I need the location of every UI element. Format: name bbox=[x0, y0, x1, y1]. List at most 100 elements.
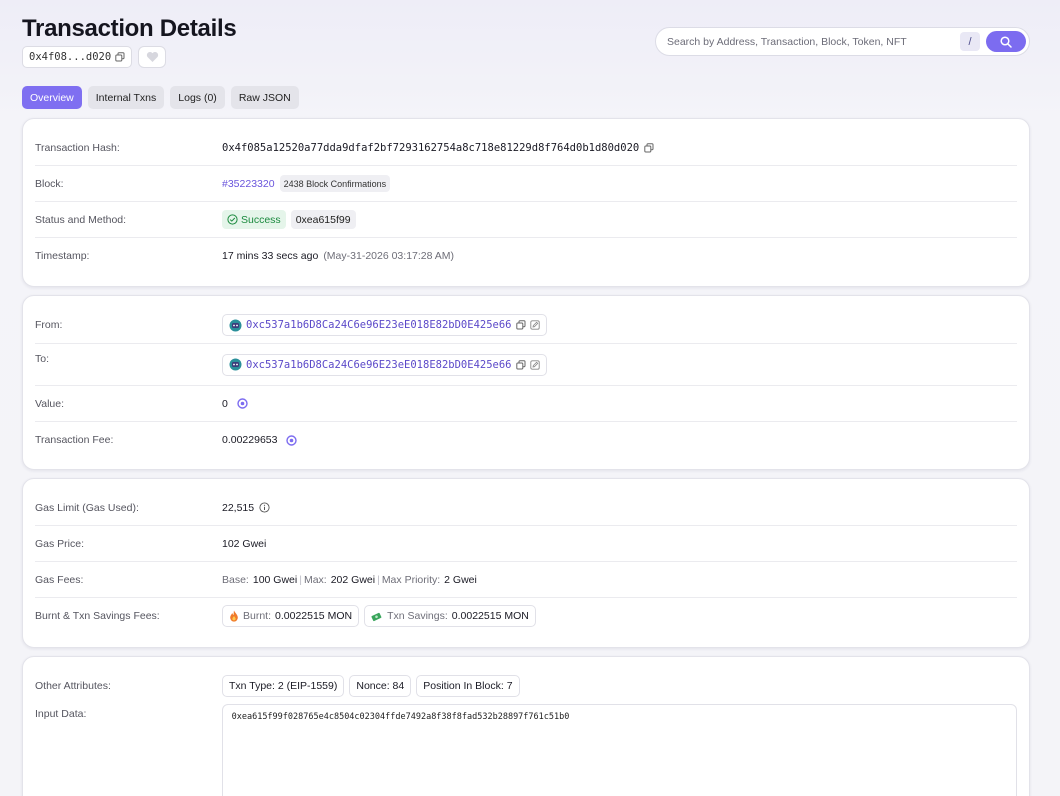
label-to: To: bbox=[35, 353, 50, 365]
value-gas-limit: 22,515 bbox=[222, 502, 270, 514]
label-timestamp: Timestamp: bbox=[35, 250, 90, 262]
to-address[interactable]: 0xc537a1b6D8Ca24C6e96E23eE018E82bD0E425e… bbox=[246, 359, 512, 371]
max-label: Max: bbox=[303, 573, 327, 586]
row-burnt-savings: Burnt & Txn Savings Fees: Burnt: 0.00225… bbox=[35, 598, 1017, 634]
flame-icon bbox=[229, 610, 239, 622]
search-input[interactable] bbox=[667, 35, 960, 48]
label-input-data: Input Data: bbox=[35, 708, 87, 720]
value-other-attributes: Txn Type: 2 (EIP-1559) Nonce: 84 Positio… bbox=[222, 675, 520, 697]
info-icon[interactable] bbox=[259, 502, 270, 513]
tab-raw-json[interactable]: Raw JSON bbox=[230, 86, 299, 109]
search-bar: / bbox=[655, 27, 1030, 56]
position-badge: Position In Block: 7 bbox=[416, 675, 520, 697]
row-transaction-hash: Transaction Hash: 0x4f085a12520a77dda9df… bbox=[35, 130, 1017, 166]
block-link[interactable]: #35223320 bbox=[222, 178, 275, 190]
tab-logs[interactable]: Logs (0) bbox=[170, 86, 225, 109]
priority-label: Max Priority: bbox=[381, 573, 441, 586]
transfer-value: 0 bbox=[222, 397, 228, 410]
label-transaction-fee: Transaction Fee: bbox=[35, 434, 114, 446]
label-value: Value: bbox=[35, 397, 64, 410]
coin-icon bbox=[237, 398, 248, 409]
burnt-value: 0.0022515 MON bbox=[275, 610, 353, 622]
value-transaction-fee: 0.00229653 bbox=[222, 434, 298, 446]
money-icon bbox=[371, 611, 383, 622]
other-card: Other Attributes: Txn Type: 2 (EIP-1559)… bbox=[22, 656, 1030, 796]
search-icon bbox=[1000, 35, 1012, 48]
savings-value: 0.0022515 MON bbox=[451, 610, 529, 622]
coin-icon bbox=[286, 434, 298, 446]
confirmations-badge: 2438 Block Confirmations bbox=[279, 175, 391, 192]
savings-key: Txn Savings: bbox=[387, 610, 448, 622]
txn-type-badge: Txn Type: 2 (EIP-1559) bbox=[222, 675, 345, 697]
input-data-box[interactable]: 0xea615f99f028765e4c8504c02304ffde7492a8… bbox=[221, 704, 1017, 796]
burnt-badge: Burnt: 0.0022515 MON bbox=[222, 605, 360, 627]
search-button[interactable] bbox=[986, 31, 1026, 52]
copy-icon[interactable] bbox=[515, 359, 526, 370]
copy-icon[interactable] bbox=[515, 320, 526, 330]
page-header: Transaction Details 0x4f08...d020 bbox=[22, 14, 237, 68]
row-other-attributes: Other Attributes: Txn Type: 2 (EIP-1559)… bbox=[35, 668, 1017, 704]
timestamp-ago: 17 mins 33 secs ago bbox=[222, 250, 319, 262]
avatar-icon bbox=[229, 319, 242, 332]
transaction-fee: 0.00229653 bbox=[222, 434, 278, 446]
value-burnt-savings: Burnt: 0.0022515 MON Txn Savings: 0.0022… bbox=[222, 605, 536, 627]
gas-limit: 22,515 bbox=[222, 501, 255, 514]
overview-card: Transaction Hash: 0x4f085a12520a77dda9df… bbox=[22, 118, 1030, 287]
tab-bar: Overview Internal Txns Logs (0) Raw JSON bbox=[22, 86, 299, 109]
base-label: Base: bbox=[222, 573, 249, 586]
priority-fee: 2 Gwei bbox=[444, 573, 477, 586]
nonce-badge: Nonce: 84 bbox=[349, 675, 412, 697]
row-gas-limit: Gas Limit (Gas Used): 22,515 bbox=[35, 490, 1017, 526]
row-input-data: Input Data: 0xea615f99f028765e4c8504c023… bbox=[35, 704, 1017, 796]
to-address-box: 0xc537a1b6D8Ca24C6e96E23eE018E82bD0E425e… bbox=[222, 353, 547, 376]
hash-row: 0x4f08...d020 bbox=[22, 46, 236, 68]
tab-internal-txns[interactable]: Internal Txns bbox=[87, 86, 165, 109]
status-text: Success bbox=[241, 213, 281, 226]
row-transaction-fee: Transaction Fee: 0.00229653 bbox=[35, 422, 1017, 458]
transfer-card: From: 0xc537a1b6D8Ca24C6e96E23eE018E82bD… bbox=[22, 295, 1030, 470]
status-badge: Success bbox=[222, 210, 286, 229]
method-badge: 0xea615f99 bbox=[290, 210, 356, 229]
label-gas-limit: Gas Limit (Gas Used): bbox=[35, 501, 139, 514]
row-gas-fees: Gas Fees: Base: 100 Gwei | Max: 202 Gwei… bbox=[35, 562, 1017, 598]
copy-icon[interactable] bbox=[644, 142, 654, 153]
row-from: From: 0xc537a1b6D8Ca24C6e96E23eE018E82bD… bbox=[35, 307, 1017, 344]
label-from: From: bbox=[35, 319, 63, 331]
avatar-icon bbox=[229, 358, 242, 371]
heart-icon bbox=[146, 51, 159, 63]
shortcut-key: / bbox=[960, 32, 980, 51]
max-fee: 202 Gwei bbox=[330, 573, 376, 586]
favorite-button[interactable] bbox=[138, 46, 167, 68]
separator: | bbox=[299, 573, 302, 586]
value-transaction-hash: 0x4f085a12520a77dda9dfaf2bf7293162754a8c… bbox=[222, 142, 654, 154]
value-status: Success 0xea615f99 bbox=[222, 210, 356, 229]
row-gas-price: Gas Price: 102 Gwei bbox=[35, 526, 1017, 562]
row-value: Value: 0 bbox=[35, 386, 1017, 422]
transaction-hash: 0x4f085a12520a77dda9dfaf2bf7293162754a8c… bbox=[222, 141, 640, 154]
value-gas-price: 102 Gwei bbox=[222, 538, 266, 550]
label-gas-price: Gas Price: bbox=[35, 537, 85, 550]
value-gas-fees: Base: 100 Gwei | Max: 202 Gwei | Max Pri… bbox=[222, 574, 477, 586]
short-hash-chip[interactable]: 0x4f08...d020 bbox=[22, 46, 133, 68]
page-title: Transaction Details bbox=[22, 15, 237, 42]
row-timestamp: Timestamp: 17 mins 33 secs ago (May-31-2… bbox=[35, 238, 1017, 274]
value-value: 0 bbox=[222, 398, 248, 410]
edit-icon[interactable] bbox=[529, 359, 540, 370]
value-to: 0xc537a1b6D8Ca24C6e96E23eE018E82bD0E425e… bbox=[222, 353, 547, 376]
burnt-key: Burnt: bbox=[243, 610, 272, 622]
label-status: Status and Method: bbox=[35, 213, 127, 226]
base-fee: 100 Gwei bbox=[252, 573, 298, 586]
timestamp-full: (May-31-2026 03:17:28 AM) bbox=[323, 250, 455, 262]
gas-price: 102 Gwei bbox=[222, 537, 267, 550]
value-from: 0xc537a1b6D8Ca24C6e96E23eE018E82bD0E425e… bbox=[222, 314, 547, 336]
row-block: Block: #35223320 2438 Block Confirmation… bbox=[35, 166, 1017, 202]
separator: | bbox=[377, 573, 380, 586]
tab-overview[interactable]: Overview bbox=[22, 86, 82, 109]
label-gas-fees: Gas Fees: bbox=[35, 573, 84, 586]
edit-icon[interactable] bbox=[529, 320, 540, 330]
short-hash-text: 0x4f08...d020 bbox=[29, 51, 112, 63]
copy-icon[interactable] bbox=[115, 52, 125, 62]
from-address[interactable]: 0xc537a1b6D8Ca24C6e96E23eE018E82bD0E425e… bbox=[246, 319, 512, 331]
value-timestamp: 17 mins 33 secs ago (May-31-2026 03:17:2… bbox=[222, 250, 454, 262]
from-address-box: 0xc537a1b6D8Ca24C6e96E23eE018E82bD0E425e… bbox=[222, 314, 547, 336]
